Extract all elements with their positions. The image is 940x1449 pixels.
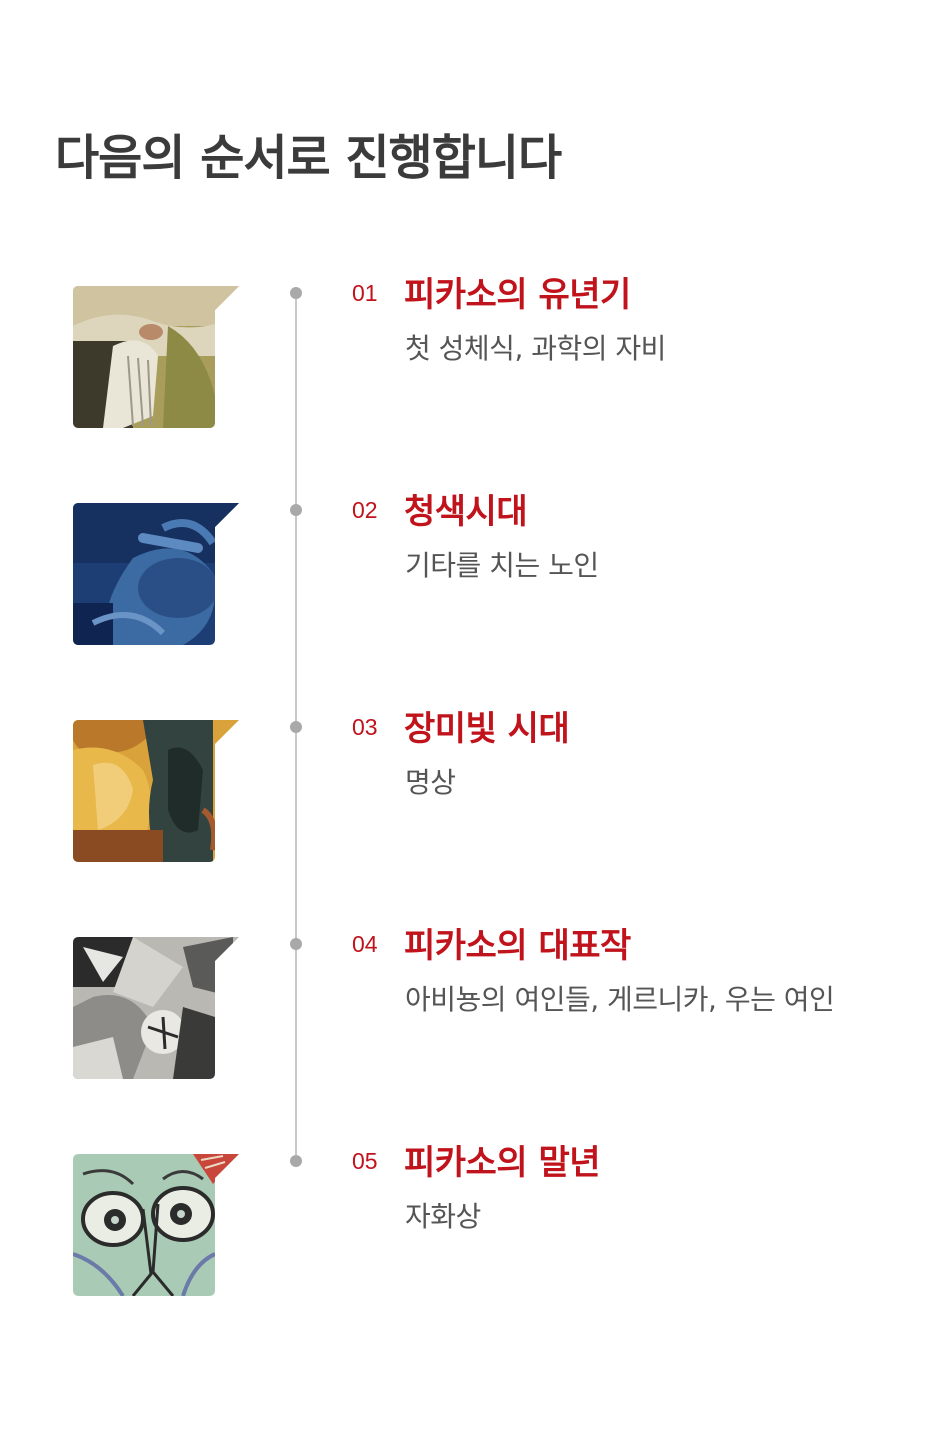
step-number: 03 [352, 714, 378, 740]
timeline-step: 04 피카소의 대표작 아비뇽의 여인들, 게르니카, 우는 여인 [0, 926, 940, 1097]
step-title: 장미빛 시대 [404, 709, 570, 749]
step-title: 청색시대 [404, 492, 528, 532]
step-subtitle: 아비뇽의 여인들, 게르니카, 우는 여인 [405, 983, 835, 1016]
timeline-dot [290, 504, 302, 516]
timeline-step: 03 장미빛 시대 명상 [0, 709, 940, 880]
painting-guernica-icon [73, 937, 239, 1079]
step-subtitle: 명상 [405, 766, 456, 799]
step-number: 05 [352, 1148, 378, 1174]
painting-self-portrait-icon [73, 1154, 239, 1296]
painting-first-communion-icon [73, 286, 239, 428]
painting-old-guitarist-icon [73, 503, 239, 645]
timeline-step: 01 피카소의 유년기 첫 성체식, 과학의 자비 [0, 275, 940, 446]
timeline-step: 02 청색시대 기타를 치는 노인 [0, 492, 940, 663]
step-title: 피카소의 말년 [404, 1143, 601, 1183]
step-number: 01 [352, 280, 378, 306]
timeline-dot [290, 1155, 302, 1167]
step-title: 피카소의 대표작 [404, 926, 631, 966]
step-subtitle: 첫 성체식, 과학의 자비 [405, 332, 666, 365]
timeline-step: 05 피카소의 말년 자화상 [0, 1143, 940, 1314]
step-subtitle: 자화상 [405, 1200, 481, 1233]
step-number: 04 [352, 931, 378, 957]
timeline-dot [290, 938, 302, 950]
step-subtitle: 기타를 치는 노인 [405, 549, 599, 582]
page-title: 다음의 순서로 진행합니다 [55, 130, 562, 186]
timeline-dot [290, 287, 302, 299]
step-number: 02 [352, 497, 378, 523]
timeline-dot [290, 721, 302, 733]
painting-meditation-icon [73, 720, 239, 862]
step-title: 피카소의 유년기 [404, 275, 631, 315]
